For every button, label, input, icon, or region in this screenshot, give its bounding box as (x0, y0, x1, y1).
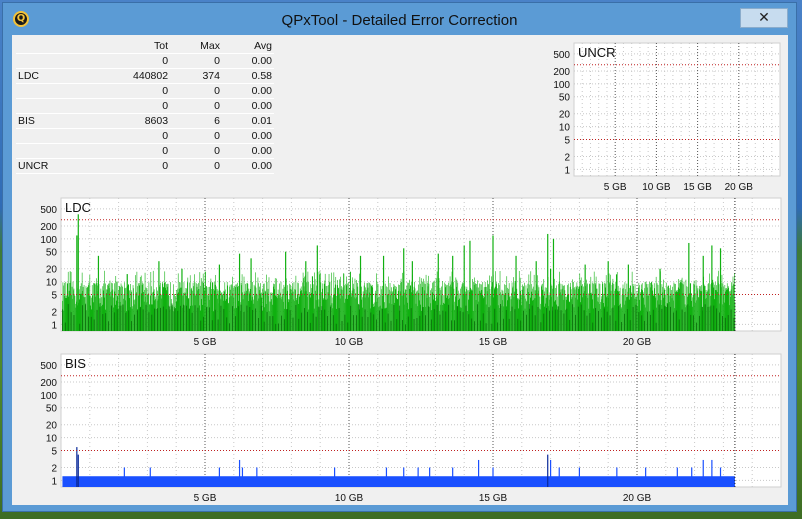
y-tick-label: 20 (46, 421, 58, 432)
y-tick-label: 10 (46, 434, 58, 445)
stats-cell-avg: 0.01 (251, 115, 272, 127)
ldc-chart: 1 2 510 20 50 100 200 500 5 GB 10 GB 15 GB 20 GB LDC (40, 197, 782, 347)
y-tick-label: 500 (553, 50, 570, 61)
x-tick-label: 20 GB (623, 493, 652, 501)
stats-row: 0 0 0.00 (16, 84, 274, 99)
bis-base-fill (62, 476, 735, 487)
stats-header-avg: Avg (254, 40, 272, 52)
y-tick-label: 1 (51, 320, 57, 331)
y-tick-label: 500 (40, 361, 57, 372)
stats-row: 0 0 0.00 (16, 54, 274, 69)
stats-cell-tot: 440802 (133, 70, 169, 82)
stats-cell-tot: 0 (162, 55, 169, 67)
chart-title: UNCR (578, 45, 616, 60)
x-tick-label: 10 GB (335, 493, 364, 501)
y-tick-label: 100 (40, 235, 57, 246)
stats-cell-avg: 0.00 (251, 145, 272, 157)
y-tick-label: 1 (564, 165, 570, 176)
y-tick-label: 50 (46, 248, 58, 259)
stats-cell-avg: 0.00 (251, 160, 272, 172)
uncr-chart: 1 2 510 20 50 100 200 500 5 GB 10 GB 15 GB 20 GB UNC… (553, 42, 781, 193)
close-button[interactable]: ✕ (740, 8, 788, 28)
stats-cell-avg: 0.00 (251, 100, 272, 112)
stats-row: BIS 8603 6 0.01 (16, 114, 274, 129)
x-tick-label: 20 GB (725, 182, 754, 193)
stats-header-max: Max (200, 40, 220, 52)
y-tick-label: 200 (40, 378, 57, 389)
stats-cell-label (16, 129, 78, 144)
stats-cell-avg: 0.00 (251, 85, 272, 97)
stats-cell-max: 374 (202, 70, 220, 82)
y-tick-label: 2 (564, 152, 570, 163)
y-tick-label: 20 (559, 110, 571, 121)
y-tick-label: 100 (40, 391, 57, 402)
stats-cell-avg: 0.58 (251, 70, 272, 82)
y-tick-label: 2 (51, 307, 57, 318)
stats-header-label (16, 39, 78, 54)
x-tick-label: 5 GB (604, 182, 627, 193)
stats-cell-label: BIS (18, 115, 35, 127)
stats-cell-max: 0 (214, 130, 220, 142)
stats-row: LDC 440802 374 0.58 (16, 69, 274, 84)
stats-cell-max: 0 (214, 145, 220, 157)
x-tick-label: 10 GB (642, 182, 671, 193)
stats-cell-tot: 0 (162, 85, 169, 97)
stats-row: 0 0 0.00 (16, 129, 274, 144)
stats-cell-avg: 0.00 (251, 130, 272, 142)
stats-cell-label: UNCR (18, 160, 49, 172)
stats-header-row: Tot Max Avg (16, 39, 274, 54)
stats-cell-tot: 8603 (144, 115, 169, 127)
stats-cell-max: 0 (214, 85, 220, 97)
stats-cell-label (16, 54, 78, 69)
y-tick-label: 50 (559, 93, 571, 104)
y-tick-label: 200 (553, 67, 570, 78)
y-tick-label: 5 (51, 290, 57, 301)
stats-cell-max: 0 (214, 55, 220, 67)
y-tick-label: 500 (40, 205, 57, 216)
stats-cell-tot: 0 (162, 100, 169, 112)
stats-cell-tot: 0 (162, 160, 169, 172)
x-tick-label: 10 GB (335, 337, 364, 347)
stats-cell-tot: 0 (162, 145, 169, 157)
x-tick-label: 15 GB (479, 337, 508, 347)
y-tick-label: 2 (51, 463, 57, 474)
x-tick-label: 5 GB (194, 493, 217, 501)
x-tick-label: 20 GB (623, 337, 652, 347)
chart-title: LDC (65, 200, 91, 215)
stats-row: 0 0 0.00 (16, 144, 274, 159)
stats-cell-max: 0 (214, 160, 220, 172)
y-tick-label: 5 (51, 446, 57, 457)
stats-cell-tot: 0 (162, 130, 169, 142)
stats-cell-avg: 0.00 (251, 55, 272, 67)
stats-cell-max: 0 (214, 100, 220, 112)
app-window: Q QPxTool - Detailed Error Correction ✕ … (2, 2, 797, 512)
stats-row: 0 0 0.00 (16, 99, 274, 114)
y-tick-label: 20 (46, 265, 58, 276)
y-tick-label: 100 (553, 80, 570, 91)
x-tick-label: 15 GB (683, 182, 712, 193)
window-title: QPxTool - Detailed Error Correction (281, 12, 518, 29)
stats-cell-label (16, 84, 78, 99)
y-tick-label: 200 (40, 222, 57, 233)
x-tick-label: 15 GB (479, 493, 508, 501)
stats-cell-label: LDC (18, 70, 40, 82)
stats-row: UNCR 0 0 0.00 (16, 159, 274, 174)
y-tick-label: 10 (559, 123, 571, 134)
y-tick-label: 50 (46, 404, 58, 415)
stats-cell-label (16, 99, 78, 114)
title-bar[interactable]: Q QPxTool - Detailed Error Correction ✕ (3, 3, 796, 37)
bis-chart: 1 2 510 20 50 100 200 500 5 GB 10 GB 15 GB 20 GB BIS (40, 353, 782, 501)
stats-cell-max: 6 (214, 115, 220, 127)
x-tick-label: 5 GB (194, 337, 217, 347)
window-client-area: Tot Max Avg 0 0 0.00 LDC 440802 374 0.58 0 0 0.00… (12, 35, 788, 505)
stats-table: Tot Max Avg 0 0 0.00 LDC 440802 374 0.58 0 0 0.00… (16, 39, 274, 174)
y-tick-label: 10 (46, 278, 58, 289)
y-tick-label: 1 (51, 476, 57, 487)
stats-header-tot: Tot (154, 40, 169, 52)
y-tick-label: 5 (564, 135, 570, 146)
chart-title: BIS (65, 356, 86, 371)
stats-cell-label (16, 144, 78, 159)
